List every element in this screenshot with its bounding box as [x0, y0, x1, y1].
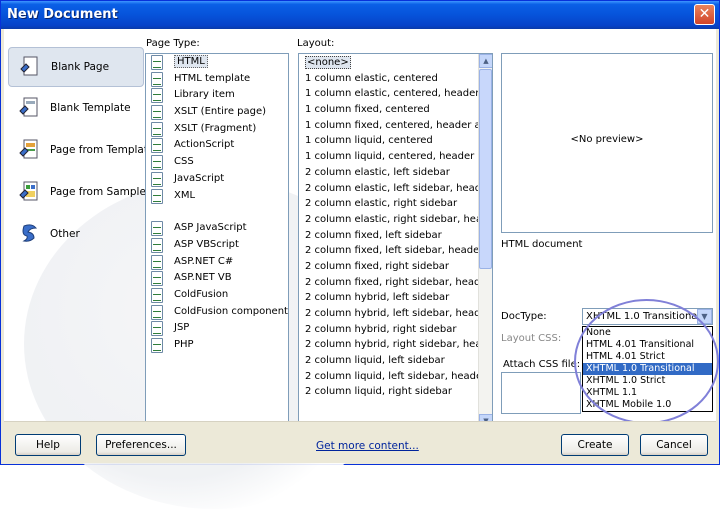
category-label: Page from Sample: [50, 186, 146, 198]
file-icon: [151, 271, 163, 287]
layout-item[interactable]: 2 column elastic, right sidebar: [299, 196, 479, 212]
doctype-label: DocType:: [501, 311, 547, 322]
layout-item[interactable]: 2 column fixed, left sidebar, header an: [299, 243, 492, 259]
layout-item[interactable]: 2 column liquid, left sidebar, header an: [299, 369, 492, 385]
other-icon: [22, 224, 38, 242]
page-type-item[interactable]: JavaScript: [146, 171, 288, 188]
file-icon: [151, 88, 163, 104]
page-type-item[interactable]: ColdFusion component: [146, 304, 288, 321]
vertical-scroll-thumb[interactable]: [479, 69, 492, 269]
page-from-template-icon: [19, 139, 38, 159]
file-icon: [151, 138, 163, 154]
layout-vertical-scrollbar[interactable]: ▲ ▼: [478, 54, 492, 428]
layout-item[interactable]: 2 column elastic, left sidebar, header a: [299, 181, 492, 197]
page-type-item[interactable]: ASP JavaScript: [146, 220, 288, 237]
category-page-from-sample[interactable]: Page from Sample: [8, 173, 146, 213]
layout-list[interactable]: <none> 1 column elastic, centered 1 colu…: [298, 53, 493, 443]
new-document-dialog: New Document ✕ Blank Page Blank Template: [0, 0, 720, 509]
page-type-item[interactable]: XSLT (Fragment): [146, 121, 288, 138]
file-icon: [151, 338, 163, 353]
page-type-item[interactable]: ColdFusion: [146, 287, 288, 304]
file-icon: [151, 188, 163, 204]
button-bar: Help Preferences... Get more content... …: [4, 421, 716, 463]
category-page-from-template[interactable]: Page from Template: [8, 131, 154, 171]
file-icon: [151, 71, 163, 87]
close-button[interactable]: ✕: [694, 4, 715, 25]
layout-item[interactable]: <none>: [299, 55, 479, 71]
dialog-content: Blank Page Blank Template Page from Temp…: [4, 29, 719, 509]
help-button[interactable]: Help: [15, 434, 81, 456]
layout-item[interactable]: 2 column hybrid, left sidebar, header a: [299, 306, 492, 322]
category-blank-template[interactable]: Blank Template: [8, 89, 144, 129]
layout-css-label: Layout CSS:: [501, 333, 562, 344]
layout-item[interactable]: 2 column elastic, left sidebar: [299, 165, 479, 181]
file-icon: [151, 304, 163, 320]
page-type-item[interactable]: Library item: [146, 87, 288, 104]
scroll-up-button[interactable]: ▲: [479, 54, 492, 68]
category-label: Blank Template: [50, 102, 131, 114]
layout-item[interactable]: 2 column hybrid, right sidebar: [299, 322, 479, 338]
category-blank-page[interactable]: Blank Page: [8, 47, 144, 87]
page-type-item[interactable]: XSLT (Entire page): [146, 104, 288, 121]
page-type-item[interactable]: ASP.NET VB: [146, 270, 288, 287]
file-icon: [151, 254, 163, 270]
file-icon: [151, 155, 163, 171]
cancel-button[interactable]: Cancel: [640, 434, 708, 456]
category-label: Other: [50, 228, 80, 240]
title-bar[interactable]: New Document ✕: [1, 1, 719, 29]
page-type-list[interactable]: HTML HTML template Library item XSLT (En…: [145, 53, 289, 443]
category-list: Blank Page Blank Template Page from Temp…: [8, 47, 154, 257]
file-icon: [151, 237, 163, 253]
file-icon: [151, 105, 163, 121]
attach-css-list[interactable]: [501, 372, 581, 414]
category-label: Page from Template: [50, 144, 155, 156]
attach-css-label: Attach CSS file:: [503, 359, 581, 370]
preferences-button[interactable]: Preferences...: [96, 434, 186, 456]
layout-item[interactable]: 1 column elastic, centered, header and: [299, 86, 492, 102]
page-type-item[interactable]: ASP.NET C#: [146, 254, 288, 271]
layout-item[interactable]: 1 column liquid, centered, header and f: [299, 149, 492, 165]
layout-item[interactable]: 2 column elastic, right sidebar, header: [299, 212, 492, 228]
get-more-content-link[interactable]: Get more content...: [316, 440, 419, 452]
file-icon: [151, 321, 163, 337]
page-type-item[interactable]: JSP: [146, 320, 288, 337]
layout-item[interactable]: 1 column liquid, centered: [299, 133, 479, 149]
file-icon: [151, 287, 163, 303]
layout-item[interactable]: 1 column elastic, centered: [299, 71, 479, 87]
layout-item[interactable]: 1 column fixed, centered, header and f: [299, 118, 492, 134]
file-icon: [151, 221, 163, 237]
blank-page-icon: [20, 56, 38, 76]
category-other[interactable]: Other: [8, 215, 144, 255]
create-button[interactable]: Create: [561, 434, 629, 456]
file-icon: [151, 121, 163, 137]
category-label: Blank Page: [51, 61, 110, 73]
page-from-sample-icon: [19, 181, 38, 201]
layout-item[interactable]: 2 column hybrid, right sidebar, header: [299, 337, 492, 353]
layout-item[interactable]: 2 column fixed, right sidebar, header a: [299, 275, 492, 291]
page-type-item[interactable]: CSS: [146, 154, 288, 171]
page-type-label: Page Type:: [146, 38, 200, 49]
preview-pane: <No preview>: [501, 53, 713, 233]
layout-item[interactable]: 2 column hybrid, left sidebar: [299, 290, 479, 306]
file-icon: [151, 55, 163, 70]
no-preview-text: <No preview>: [570, 134, 644, 145]
layout-label: Layout:: [297, 38, 335, 49]
layout-items: <none> 1 column elastic, centered 1 colu…: [299, 55, 492, 400]
page-type-item[interactable]: XML: [146, 188, 288, 205]
blank-template-icon: [19, 97, 38, 117]
window-title: New Document: [7, 7, 118, 22]
page-type-item[interactable]: PHP: [146, 337, 288, 354]
page-type-item[interactable]: ActionScript: [146, 137, 288, 154]
layout-item[interactable]: 1 column fixed, centered: [299, 102, 479, 118]
preview-description: HTML document: [501, 239, 583, 250]
page-type-item[interactable]: HTML: [146, 54, 288, 71]
layout-item[interactable]: 2 column fixed, left sidebar: [299, 228, 479, 244]
page-type-item[interactable]: HTML template: [146, 71, 288, 88]
layout-item[interactable]: 2 column liquid, right sidebar: [299, 384, 479, 400]
file-icon: [151, 171, 163, 187]
layout-item[interactable]: 2 column liquid, left sidebar: [299, 353, 479, 369]
page-type-item[interactable]: ASP VBScript: [146, 237, 288, 254]
layout-item[interactable]: 2 column fixed, right sidebar: [299, 259, 479, 275]
highlight-circle-annotation: [574, 299, 719, 424]
